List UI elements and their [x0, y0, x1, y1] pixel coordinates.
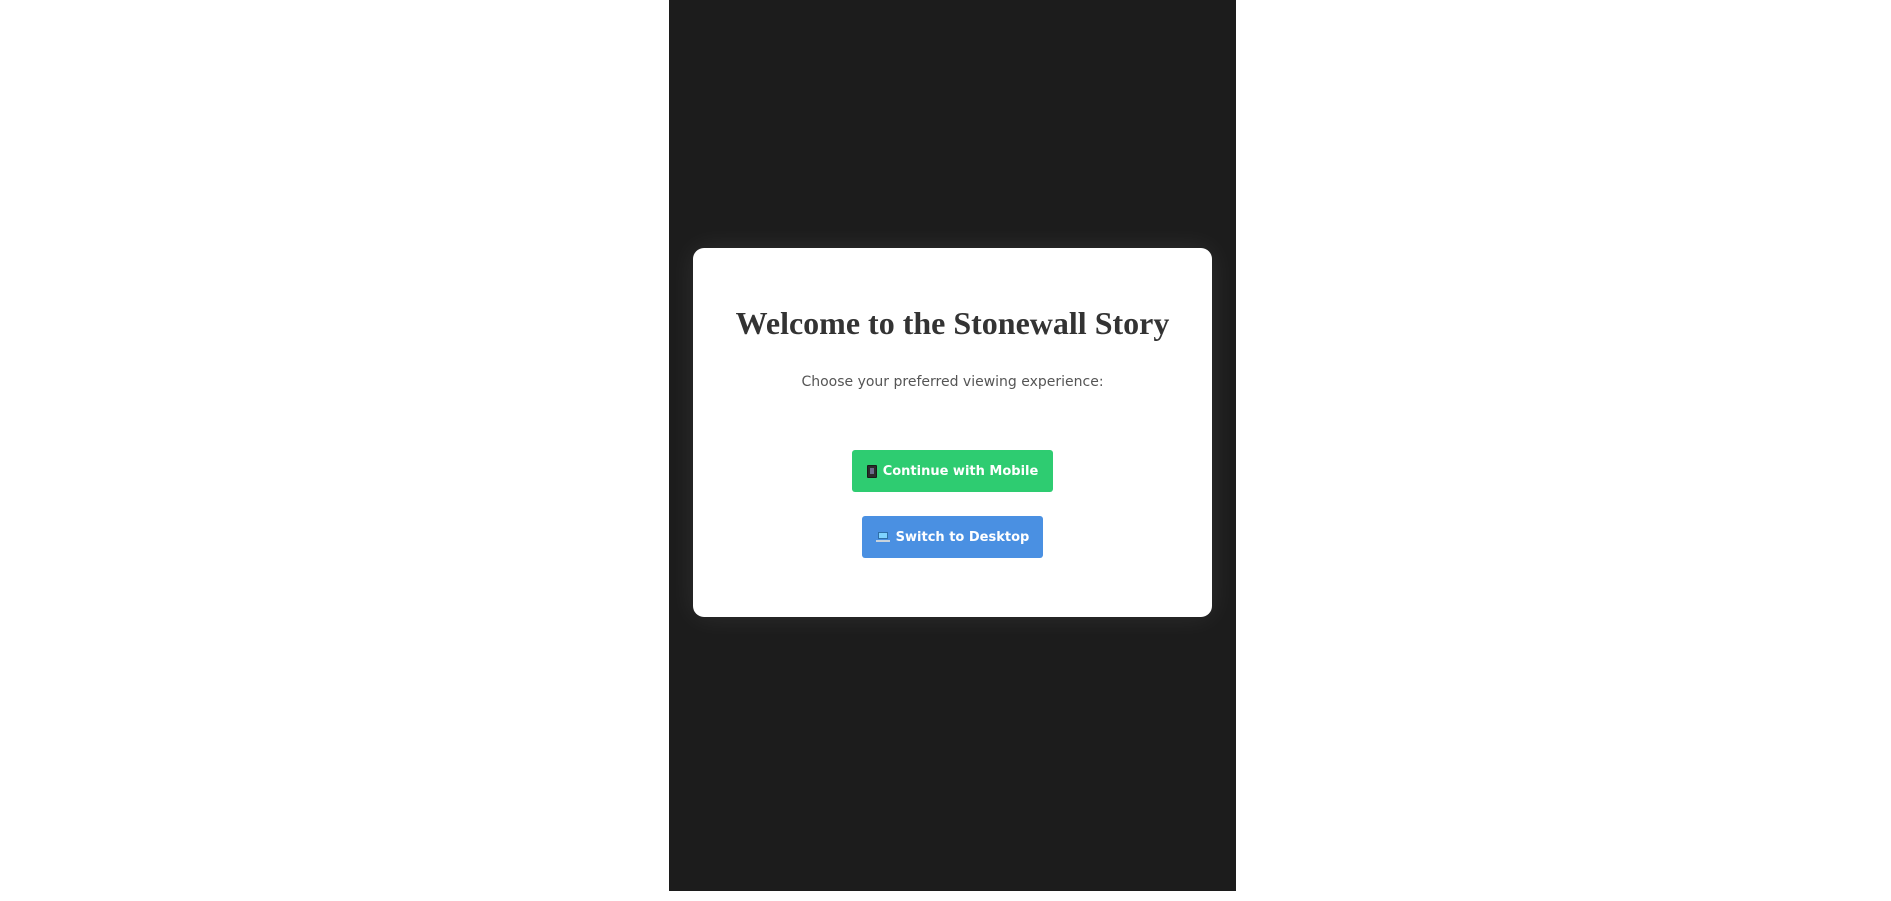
switch-to-desktop-button[interactable]: Switch to Desktop: [862, 516, 1043, 558]
view-choice-modal: Welcome to the Stonewall Story Choose yo…: [693, 248, 1212, 617]
continue-with-mobile-label: Continue with Mobile: [882, 463, 1039, 479]
modal-title: Welcome to the Stonewall Story: [735, 305, 1170, 341]
modal-subtitle: Choose your preferred viewing experience…: [801, 374, 1104, 390]
switch-to-desktop-label: Switch to Desktop: [895, 529, 1030, 545]
mobile-frame: Welcome to the Stonewall Story Choose yo…: [669, 0, 1236, 891]
laptop-icon: [875, 531, 890, 543]
continue-with-mobile-button[interactable]: Continue with Mobile: [852, 450, 1053, 492]
mobile-phone-icon: [866, 464, 877, 478]
page-viewport: Welcome to the Stonewall Story Choose yo…: [0, 0, 1891, 901]
